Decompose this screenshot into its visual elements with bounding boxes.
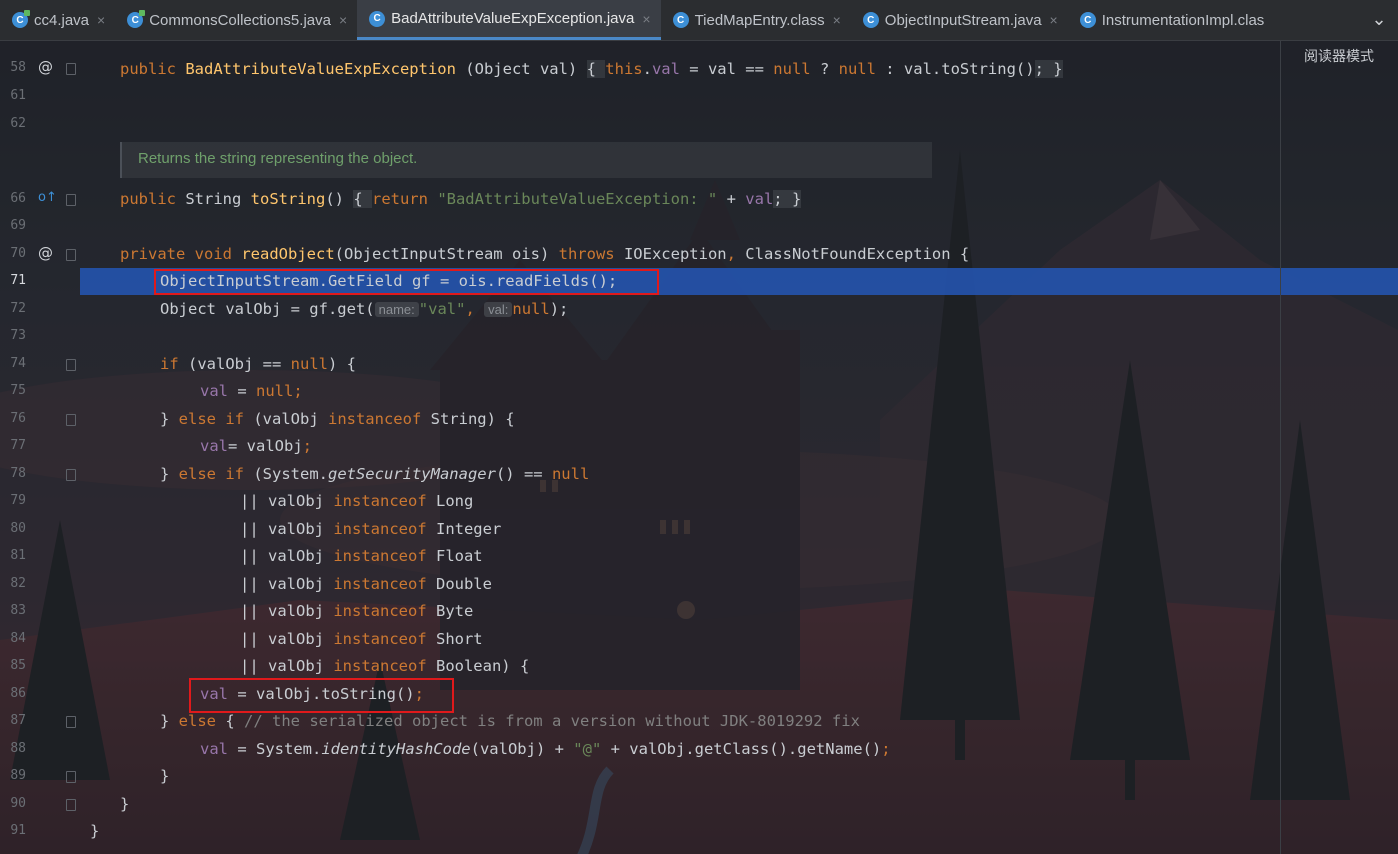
- line-number[interactable]: 62: [0, 116, 26, 131]
- line-number[interactable]: 75: [0, 383, 26, 398]
- line-number[interactable]: 58: [0, 60, 26, 75]
- code-line-76[interactable]: } else if (valObj instanceof String) {: [160, 406, 515, 432]
- tab-tied-map-entry[interactable]: C TiedMapEntry.class ×: [661, 0, 851, 40]
- line-number[interactable]: 69: [0, 218, 26, 233]
- class-icon: C: [672, 12, 689, 28]
- line-number[interactable]: 73: [0, 328, 26, 343]
- line-number[interactable]: 90: [0, 796, 26, 811]
- fold-marker-icon[interactable]: [66, 799, 76, 811]
- line-number[interactable]: 91: [0, 823, 26, 838]
- annotation-highlight-box: [154, 269, 659, 295]
- class-icon: C: [1079, 12, 1096, 28]
- code-line-78[interactable]: } else if (System.getSecurityManager() =…: [160, 461, 589, 487]
- fold-marker-icon[interactable]: [66, 359, 76, 371]
- code-line-88[interactable]: val = System.identityHashCode(valObj) + …: [200, 736, 891, 762]
- line-number-gutter: 58 61 62 66 69 70 71 72 73 74 75 76 77 7…: [0, 40, 90, 854]
- code-line-74[interactable]: if (valObj == null) {: [160, 351, 356, 377]
- code-line-82[interactable]: || valObj instanceof Double: [240, 571, 492, 597]
- tab-label: CommonsCollections5.java: [149, 11, 331, 29]
- code-line-79[interactable]: || valObj instanceof Long: [240, 488, 473, 514]
- code-line-90[interactable]: }: [120, 791, 129, 817]
- tab-list-chevron-icon[interactable]: ⌄: [1368, 8, 1390, 30]
- fold-marker-icon[interactable]: [66, 469, 76, 481]
- close-icon[interactable]: ×: [97, 12, 105, 28]
- tab-cc4[interactable]: C cc4.java ×: [0, 0, 115, 40]
- line-number[interactable]: 78: [0, 466, 26, 481]
- code-line-83[interactable]: || valObj instanceof Byte: [240, 598, 473, 624]
- fold-marker-icon[interactable]: [66, 414, 76, 426]
- line-number[interactable]: 80: [0, 521, 26, 536]
- line-number[interactable]: 61: [0, 88, 26, 103]
- code-line-75[interactable]: val = null;: [200, 378, 303, 404]
- tab-bad-attribute-value-exp-exception[interactable]: C BadAttributeValueExpException.java ×: [357, 0, 661, 40]
- close-icon[interactable]: ×: [1050, 12, 1058, 28]
- fold-marker-icon[interactable]: [66, 63, 76, 75]
- reader-mode-button[interactable]: 阅读器模式: [1304, 46, 1374, 66]
- code-line-72[interactable]: Object valObj = gf.get(name: "val", val: n…: [160, 296, 568, 322]
- code-line-84[interactable]: || valObj instanceof Short: [240, 626, 483, 652]
- tab-instrumentation-impl[interactable]: C InstrumentationImpl.clas: [1068, 0, 1275, 40]
- tab-label: ObjectInputStream.java: [884, 11, 1042, 29]
- close-icon[interactable]: ×: [833, 12, 841, 28]
- code-line-80[interactable]: || valObj instanceof Integer: [240, 516, 501, 542]
- class-icon: C: [369, 10, 386, 27]
- line-number[interactable]: 83: [0, 603, 26, 618]
- code-line-66[interactable]: public String toString() { return "BadAt…: [120, 186, 802, 212]
- line-number[interactable]: 88: [0, 741, 26, 756]
- close-icon[interactable]: ×: [339, 12, 347, 28]
- close-icon[interactable]: ×: [642, 11, 650, 27]
- line-number[interactable]: 85: [0, 658, 26, 673]
- fold-marker-icon[interactable]: [66, 194, 76, 206]
- line-number[interactable]: 89: [0, 768, 26, 783]
- parameter-hint: val:: [484, 302, 513, 317]
- line-number[interactable]: 79: [0, 493, 26, 508]
- tab-object-input-stream[interactable]: C ObjectInputStream.java ×: [851, 0, 1068, 40]
- code-line-81[interactable]: || valObj instanceof Float: [240, 543, 483, 569]
- line-number[interactable]: 76: [0, 411, 26, 426]
- line-number[interactable]: 81: [0, 548, 26, 563]
- overrides-method-icon[interactable]: o↑: [38, 190, 57, 205]
- code-line-58[interactable]: public BadAttributeValueExpException (Ob…: [120, 56, 1063, 82]
- override-annotation-icon[interactable]: @: [38, 244, 53, 262]
- line-number[interactable]: 87: [0, 713, 26, 728]
- code-line-91[interactable]: }: [90, 818, 99, 844]
- line-number[interactable]: 82: [0, 576, 26, 591]
- line-number[interactable]: 72: [0, 301, 26, 316]
- java-class-icon: C: [127, 10, 146, 28]
- line-number[interactable]: 70: [0, 246, 26, 261]
- editor-tab-bar: C cc4.java × C CommonsCollections5.java …: [0, 0, 1398, 41]
- tab-label: cc4.java: [34, 11, 90, 29]
- code-line-70[interactable]: private void readObject(ObjectInputStrea…: [120, 241, 969, 267]
- line-number[interactable]: 86: [0, 686, 26, 701]
- fold-marker-icon[interactable]: [66, 771, 76, 783]
- code-editor[interactable]: public BadAttributeValueExpException (Ob…: [90, 40, 1398, 854]
- line-number[interactable]: 66: [0, 191, 26, 206]
- annotation-highlight-box: [189, 678, 454, 713]
- tab-commons-collections5[interactable]: C CommonsCollections5.java ×: [115, 0, 357, 40]
- parameter-hint: name:: [374, 302, 419, 317]
- line-number[interactable]: 74: [0, 356, 26, 371]
- code-line-85[interactable]: || valObj instanceof Boolean) {: [240, 653, 529, 679]
- line-number[interactable]: 77: [0, 438, 26, 453]
- java-class-icon: C: [12, 10, 30, 28]
- tab-label: BadAttributeValueExpException.java: [391, 10, 635, 27]
- line-number-current[interactable]: 71: [0, 273, 26, 288]
- code-line-77[interactable]: val= valObj;: [200, 433, 312, 459]
- fold-marker-icon[interactable]: [66, 249, 76, 261]
- fold-marker-icon[interactable]: [66, 716, 76, 728]
- code-line-89[interactable]: }: [160, 763, 169, 789]
- override-annotation-icon[interactable]: @: [38, 58, 53, 76]
- tab-label: TiedMapEntry.class: [694, 11, 825, 29]
- tab-label: InstrumentationImpl.clas: [1101, 11, 1265, 29]
- line-number[interactable]: 84: [0, 631, 26, 646]
- class-icon: C: [862, 12, 879, 28]
